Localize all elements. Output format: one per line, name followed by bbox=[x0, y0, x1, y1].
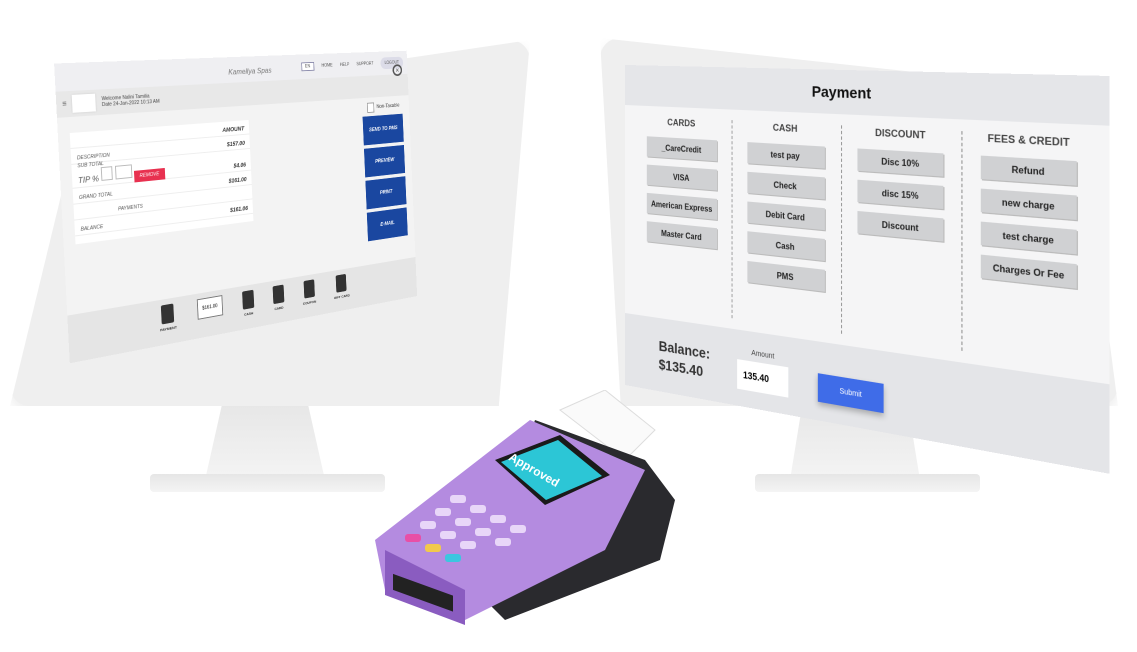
close-icon[interactable]: × bbox=[392, 64, 403, 77]
payments-label: PAYMENTS bbox=[117, 203, 144, 213]
column-heading: CARDS bbox=[667, 117, 696, 129]
card-icon bbox=[272, 284, 285, 305]
payment-option-button[interactable]: Charges Or Fee bbox=[980, 254, 1077, 289]
payment-option-button[interactable]: Cash bbox=[747, 231, 825, 261]
amount-input[interactable] bbox=[737, 358, 789, 398]
payment-option-button[interactable]: new charge bbox=[980, 188, 1077, 221]
payment-option-button[interactable]: Check bbox=[747, 171, 825, 200]
tip-label: TIP % bbox=[77, 174, 100, 186]
send-to-pms-button[interactable]: SEND TO PMS bbox=[362, 113, 404, 146]
tip-amount-input[interactable] bbox=[115, 164, 133, 180]
right-monitor-base bbox=[755, 474, 980, 492]
payment-method-bar: PAYMENT $161.00 CASH CARD COUPON GIFT CA… bbox=[67, 257, 418, 364]
amount-box[interactable]: $161.00 bbox=[196, 295, 224, 320]
gift-card-icon bbox=[335, 273, 347, 293]
payment-icon bbox=[161, 303, 175, 325]
payment-option-button[interactable]: Debit Card bbox=[747, 201, 825, 231]
payment-column: CASH test pay Check Debit Card Cash PMS bbox=[732, 120, 842, 334]
payment-screen: Payment CARDS _CareCredit VISA American Exp… bbox=[625, 65, 1110, 474]
logo bbox=[72, 93, 97, 113]
payment-column: DISCOUNT Disc 10% disc 15% Discount bbox=[841, 125, 963, 352]
tip-value: $4.06 bbox=[233, 162, 247, 170]
menu-icon[interactable]: ☰ bbox=[62, 101, 67, 107]
payment-column: FEES & CREDIT Refund new charge test charge… bbox=[963, 131, 1097, 370]
payment-option-button[interactable]: Disc 10% bbox=[857, 148, 944, 177]
coupon-icon bbox=[303, 279, 315, 299]
payment-option-button[interactable]: Discount bbox=[857, 211, 944, 242]
tip-input[interactable] bbox=[101, 166, 114, 181]
non-taxable-checkbox[interactable]: Non-Taxable bbox=[367, 101, 400, 113]
home-link[interactable]: HOME bbox=[321, 63, 332, 69]
balance-label: BALANCE bbox=[80, 224, 104, 233]
column-heading: CASH bbox=[772, 122, 798, 135]
payment-option-button[interactable]: Refund bbox=[980, 155, 1077, 186]
pos-checkout-screen: EN HOME HELP SUPPORT LOGOUT ☰ Welcome Na… bbox=[54, 50, 418, 364]
payment-option-button[interactable]: test charge bbox=[980, 221, 1077, 255]
help-link[interactable]: HELP bbox=[340, 62, 350, 68]
payment-option-button[interactable]: American Express bbox=[646, 192, 717, 220]
preview-button[interactable]: PREVIEW bbox=[363, 144, 406, 178]
left-monitor-stand bbox=[205, 400, 325, 480]
balance-value: $161.06 bbox=[230, 206, 249, 214]
email-button[interactable]: E-MAIL bbox=[366, 207, 408, 242]
gift-card-button[interactable]: GIFT CARD bbox=[333, 273, 350, 312]
print-button[interactable]: PRINT bbox=[365, 176, 407, 210]
payment-option-button[interactable]: _CareCredit bbox=[646, 136, 717, 162]
payment-option-button[interactable]: Master Card bbox=[646, 221, 717, 250]
payment-button[interactable]: PAYMENT bbox=[159, 303, 178, 346]
support-link[interactable]: SUPPORT bbox=[356, 61, 373, 67]
column-heading: FEES & CREDIT bbox=[987, 132, 1070, 149]
payment-option-button[interactable]: PMS bbox=[747, 260, 825, 292]
submit-button[interactable]: Submit bbox=[818, 373, 884, 414]
payment-option-button[interactable]: VISA bbox=[646, 164, 717, 191]
payment-option-button[interactable]: disc 15% bbox=[857, 179, 944, 210]
order-summary: AMOUNT DESCRIPTION $157.00 SUB TOTAL TIP %… bbox=[69, 119, 254, 245]
description-value: $157.00 bbox=[226, 141, 246, 149]
card-terminal: Approved bbox=[375, 390, 675, 625]
grand-total-value: $161.00 bbox=[228, 177, 247, 185]
cash-icon bbox=[241, 289, 255, 310]
amount-header: AMOUNT bbox=[222, 126, 245, 134]
cash-button[interactable]: CASH bbox=[241, 289, 255, 330]
payment-option-button[interactable]: test pay bbox=[747, 142, 825, 169]
payment-column: CARDS _CareCredit VISA American Express Mast… bbox=[633, 115, 733, 319]
left-monitor-base bbox=[150, 474, 385, 492]
column-heading: DISCOUNT bbox=[875, 126, 926, 141]
grand-total-label: GRAND TOTAL bbox=[78, 191, 113, 202]
subtotal-label: SUB TOTAL bbox=[77, 161, 104, 170]
non-taxable-label: Non-Taxable bbox=[376, 103, 400, 110]
coupon-button[interactable]: COUPON bbox=[302, 279, 317, 318]
card-button[interactable]: CARD bbox=[272, 284, 285, 324]
language-select[interactable]: EN bbox=[301, 61, 315, 72]
